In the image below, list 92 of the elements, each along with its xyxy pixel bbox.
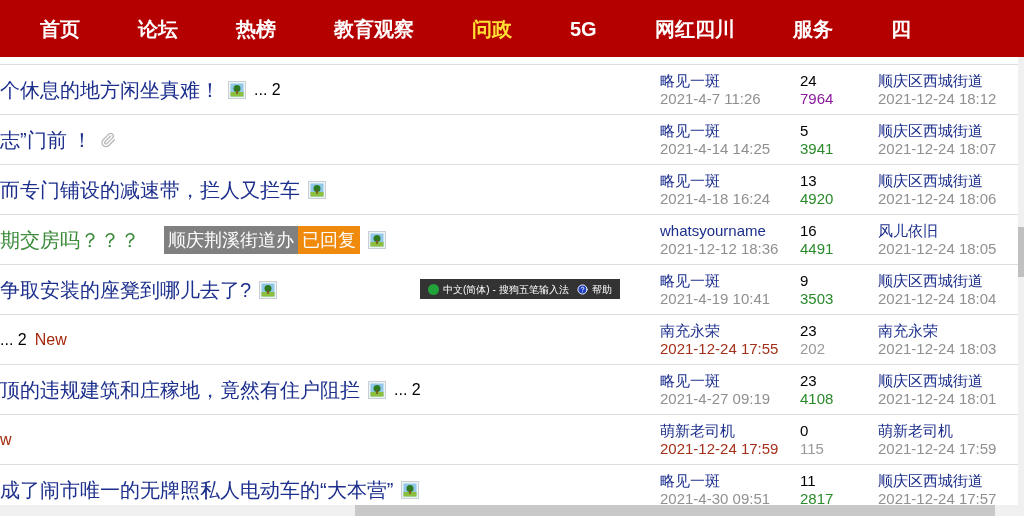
last-poster[interactable]: 顺庆区西城街道 (878, 271, 997, 290)
view-count: 4491 (800, 239, 835, 258)
thread-title[interactable]: 顶的违规建筑和庄稼地，竟然有住户阻拦 (0, 374, 360, 405)
last-post-time: 2021-12-24 18:05 (878, 239, 997, 258)
last-poster[interactable]: 风儿依旧 (878, 221, 997, 240)
nav-item[interactable]: 四 (890, 13, 911, 44)
author-name[interactable]: 略见一斑 (660, 121, 800, 140)
image-icon (401, 480, 420, 499)
last-poster[interactable]: 顺庆区西城街道 (878, 121, 997, 140)
post-time: 2021-4-19 10:41 (660, 289, 772, 308)
image-icon (308, 180, 326, 199)
help-icon[interactable] (576, 283, 588, 295)
reply-count: 11 (800, 471, 817, 490)
last-poster[interactable]: 萌新老司机 (878, 421, 997, 440)
reply-count: 9 (800, 271, 810, 290)
last-post-time: 2021-12-24 18:07 (878, 139, 997, 158)
post-time: 2021-12-24 17:59 (660, 439, 780, 458)
post-time: 2021-12-24 17:55 (660, 339, 780, 358)
nav-item[interactable]: 首页 (40, 13, 80, 44)
new-label: New (34, 329, 67, 350)
view-count: 202 (800, 339, 827, 358)
last-post-time: 2021-12-24 18:04 (878, 289, 997, 308)
post-time: 2021-4-27 09:19 (660, 389, 772, 408)
author-name[interactable]: 略见一斑 (660, 471, 800, 490)
author-name[interactable]: 略见一斑 (660, 371, 800, 390)
image-icon (228, 80, 246, 99)
author-name[interactable]: whatsyourname (660, 221, 800, 240)
author-name[interactable]: 萌新老司机 (660, 421, 800, 440)
horizontal-scrollbar[interactable] (0, 505, 1024, 516)
paperclip-icon (100, 131, 117, 148)
page-count[interactable]: ... 2 (254, 77, 281, 102)
ime-logo-icon (428, 283, 439, 295)
author-name[interactable]: 南充永荣 (660, 321, 800, 340)
view-count: 3503 (800, 289, 835, 308)
last-post-time: 2021-12-24 17:59 (878, 439, 997, 458)
last-poster[interactable]: 顺庆区西城街道 (878, 371, 997, 390)
thread-title[interactable]: 而专门铺设的减速带，拦人又拦车 (0, 174, 300, 205)
vertical-scrollbar[interactable] (1018, 57, 1024, 505)
reply-count: 16 (800, 221, 818, 240)
help-link[interactable]: 帮助 (591, 281, 612, 297)
reply-count: 0 (800, 421, 810, 440)
reply-count: 24 (800, 71, 818, 90)
nav-item[interactable]: 教育观察 (334, 13, 414, 44)
department-tag: 顺庆荆溪街道办 (164, 225, 298, 254)
thread-title[interactable]: 期交房吗？？？ (0, 224, 140, 255)
reply-count: 23 (800, 321, 818, 340)
thread-title[interactable]: 个休息的地方闲坐真难！ (0, 74, 220, 105)
nav-item[interactable]: 问政 (472, 13, 512, 44)
status-tag: 已回复 (298, 225, 360, 254)
last-post-time: 2021-12-24 18:12 (878, 89, 997, 108)
ime-name: 中文(简体) - 搜狗五笔输入法 (443, 282, 569, 297)
reply-count: 13 (800, 171, 818, 190)
last-poster[interactable]: 南充永荣 (878, 321, 997, 340)
scrollbar-thumb[interactable] (355, 505, 995, 516)
view-count: 7964 (800, 89, 835, 108)
last-post-time: 2021-12-24 17:57 (878, 489, 997, 508)
nav-item[interactable]: 论坛 (138, 13, 178, 44)
image-icon (368, 230, 386, 249)
view-count: 4920 (800, 189, 835, 208)
reply-count: 5 (800, 121, 810, 140)
last-post-time: 2021-12-24 18:06 (878, 189, 997, 208)
last-poster[interactable]: 顺庆区西城街道 (878, 471, 997, 490)
author-name[interactable]: 略见一斑 (660, 171, 800, 190)
reply-count: 23 (800, 371, 818, 390)
post-time: 2021-4-14 14:25 (660, 139, 772, 158)
post-time: 2021-4-30 09:51 (660, 489, 772, 508)
page-count[interactable]: ... 2 (0, 327, 27, 352)
author-name[interactable]: 略见一斑 (660, 271, 800, 290)
post-time: 2021-12-12 18:36 (660, 239, 780, 258)
view-count: 2817 (800, 489, 835, 508)
thread-title[interactable]: 成了闹市唯一的无牌照私人电动车的“大本营” (0, 474, 394, 505)
image-icon (368, 380, 386, 399)
image-icon (259, 280, 278, 299)
last-post-time: 2021-12-24 18:01 (878, 389, 997, 408)
nav-item[interactable]: 网红四川 (654, 13, 735, 44)
view-count: 115 (800, 439, 825, 458)
page-count[interactable]: ... 2 (394, 377, 421, 402)
nav-item[interactable]: 热榜 (236, 13, 276, 44)
last-post-time: 2021-12-24 18:03 (878, 339, 997, 358)
view-count: 4108 (800, 389, 835, 408)
thread-title[interactable]: 争取安装的座凳到哪儿去了? (0, 274, 252, 305)
nav-item[interactable]: 5G (570, 13, 597, 44)
view-count: 3941 (800, 139, 835, 158)
post-time: 2021-4-18 16:24 (660, 189, 772, 208)
thread-title[interactable]: 志”门前 ！ (0, 124, 93, 155)
post-time: 2021-4-7 11:26 (660, 89, 762, 108)
author-name[interactable]: 略见一斑 (660, 71, 800, 90)
new-label: w (0, 429, 12, 450)
last-poster[interactable]: 顺庆区西城街道 (878, 171, 997, 190)
scrollbar-thumb[interactable] (1018, 227, 1024, 277)
last-poster[interactable]: 顺庆区西城街道 (878, 71, 997, 90)
nav-item[interactable]: 服务 (792, 13, 833, 44)
